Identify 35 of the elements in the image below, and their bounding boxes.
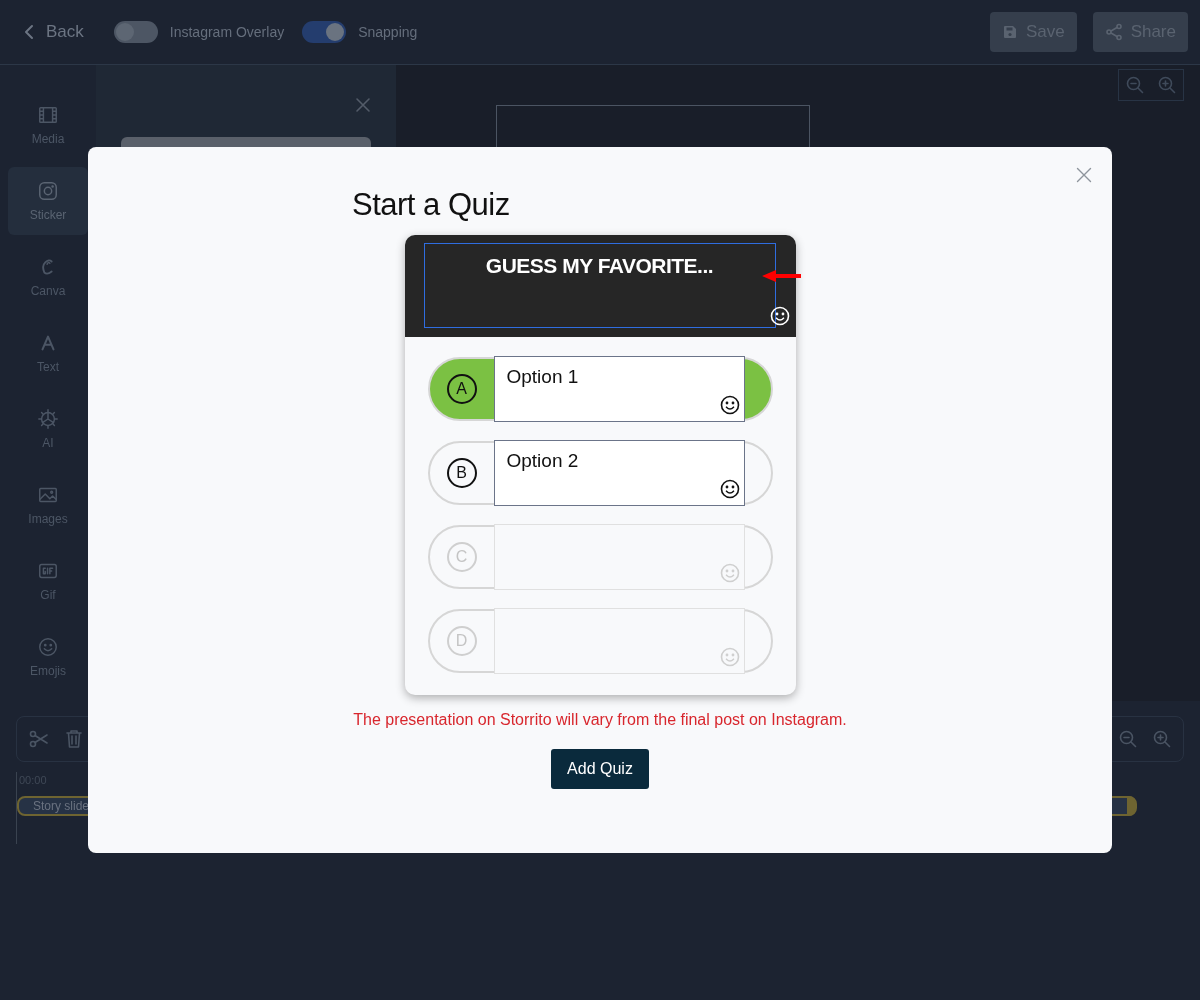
zoom-in-icon[interactable] — [1158, 76, 1176, 94]
zoom-in-icon[interactable] — [1153, 730, 1171, 748]
question-field[interactable]: GUESS MY FAVORITE... — [423, 243, 776, 328]
close-icon[interactable] — [355, 97, 371, 113]
toggle-switch[interactable] — [302, 21, 347, 43]
clip-handle[interactable] — [1127, 796, 1135, 816]
toggle-label: Snapping — [358, 24, 418, 40]
zoom-out-icon[interactable] — [1126, 76, 1144, 94]
scissors-icon[interactable] — [29, 729, 49, 749]
smiley-icon — [719, 479, 740, 499]
smiley-icon — [719, 647, 740, 667]
option-field[interactable]: Option 1 — [493, 356, 745, 422]
toggle-label: Instagram Overlay — [169, 24, 285, 40]
camera-icon — [37, 180, 59, 202]
toggle-switch[interactable] — [113, 21, 158, 43]
option-field[interactable]: Option 2 — [493, 440, 745, 506]
answer-option[interactable]: A Option 1 — [427, 357, 773, 421]
close-icon[interactable] — [1076, 167, 1092, 183]
warning-text: The presentation on Storrito will vary from the final post on Instagram. — [353, 711, 847, 729]
chevron-left-icon — [24, 24, 34, 40]
smiley-icon[interactable] — [769, 306, 790, 326]
zoom-out-icon[interactable] — [1119, 730, 1137, 748]
answer-option[interactable]: B Option 2 — [427, 441, 773, 505]
dialog-title: Start a Quiz — [352, 187, 510, 223]
option-letter[interactable]: A — [446, 374, 477, 404]
trash-icon[interactable] — [65, 729, 83, 749]
smiley-icon — [719, 563, 740, 583]
option-letter[interactable]: B — [446, 458, 477, 488]
film-icon — [37, 104, 59, 126]
share-icon — [1104, 23, 1123, 41]
gear-icon — [37, 408, 59, 430]
back-button[interactable]: Back — [24, 22, 84, 42]
smiley-icon — [719, 395, 740, 415]
add-quiz-button[interactable]: Add Quiz — [551, 749, 649, 789]
smiley-icon — [37, 636, 59, 658]
